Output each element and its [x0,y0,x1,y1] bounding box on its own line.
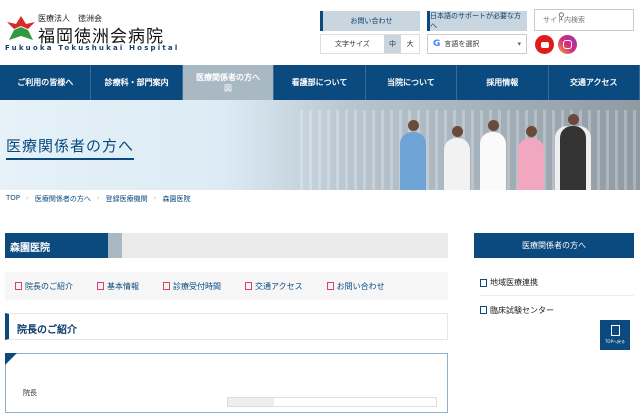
main-nav: ご利用の皆様へ 診療科・部門案内 医療関係者の方へ図 看護部について 当院につい… [0,65,640,100]
font-size-control: 文字サイズ 中 大 [320,34,420,54]
anchor-contact[interactable]: お問い合わせ [326,281,385,292]
hero-banner: 医療関係者の方へ [0,100,640,190]
link-icon [326,281,334,290]
nav-users[interactable]: ご利用の皆様へ [0,65,92,100]
page-title-bar: 森園医院 [5,233,448,258]
contact-button[interactable]: お問い合わせ [320,11,420,31]
anchor-hours[interactable]: 診療受付時間 [163,281,221,292]
japanese-support-button[interactable]: 日本語のサポートが必要な方へ [427,11,527,31]
breadcrumb-registered[interactable]: 登録医療機関 [106,194,148,204]
link-icon [480,306,487,314]
breadcrumb-current: 森園医院 [162,195,191,203]
page-title: 森園医院 [5,233,108,258]
section-heading: 院長のご紹介 [5,313,448,340]
link-icon [163,281,170,290]
search-icon[interactable]: ⚲ [558,12,565,22]
nav-medical-professionals[interactable]: 医療関係者の方へ図 [182,65,275,100]
anchor-access[interactable]: 交通アクセス [245,281,303,292]
nav-access[interactable]: 交通アクセス [549,65,640,100]
link-icon [97,281,104,290]
director-box: 院長 [5,353,448,413]
info-table [227,397,437,407]
anchor-links: 院長のご紹介 基本情報 診療受付時間 交通アクセス お問い合わせ [5,272,448,300]
breadcrumb-top[interactable]: TOP [6,194,20,204]
link-icon [245,281,252,290]
instagram-icon[interactable] [558,35,577,54]
sidebar-item-regional[interactable]: 地域医療連携 [480,270,634,296]
nav-departments[interactable]: 診療科・部門案内 [91,65,183,100]
chevron-down-icon: ▾ [517,40,521,48]
google-icon: G [433,39,441,49]
hero-title: 医療関係者の方へ [6,135,135,160]
nav-recruit[interactable]: 採用情報 [457,65,549,100]
hospital-logo-icon [7,16,35,40]
director-label: 院長 [23,389,37,397]
hospital-name-en: Fukuoka Tokushukai Hospital [5,44,180,52]
font-mid-button[interactable]: 中 [383,35,402,53]
anchor-basic-info[interactable]: 基本情報 [97,281,139,292]
anchor-director[interactable]: 院長のご紹介 [15,281,73,292]
arrow-up-icon [610,325,620,336]
link-icon [15,281,22,290]
nav-nursing[interactable]: 看護部について [274,65,366,100]
sidebar-title[interactable]: 医療関係者の方へ [474,233,634,258]
breadcrumb: TOP › 医療関係者の方へ › 登録医療機関 › 森園医院 [6,194,191,204]
youtube-icon[interactable] [535,35,554,54]
nav-about[interactable]: 当院について [366,65,458,100]
language-select[interactable]: G 言語を選択 ▾ [427,34,527,54]
link-icon [480,278,487,287]
corner-decoration [5,353,17,365]
font-size-label: 文字サイズ [334,40,370,48]
font-large-button[interactable]: 大 [401,35,419,53]
breadcrumb-medical[interactable]: 医療関係者の方へ [35,194,91,204]
back-to-top-button[interactable]: TOPへ戻る [600,320,630,350]
search-input[interactable] [534,9,634,31]
language-select-label: 言語を選択 [444,40,480,48]
